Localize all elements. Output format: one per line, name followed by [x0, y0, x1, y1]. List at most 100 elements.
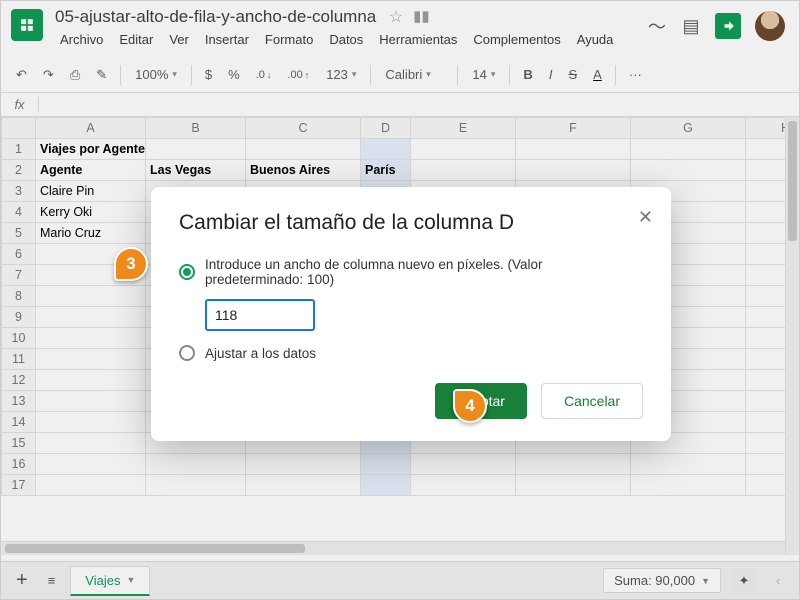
decrease-decimal-button[interactable]: .0↓: [251, 66, 277, 84]
select-all-corner[interactable]: [2, 118, 36, 139]
cell[interactable]: París: [361, 160, 411, 181]
cell[interactable]: [516, 475, 631, 496]
menu-data[interactable]: Datos: [322, 29, 370, 50]
menu-view[interactable]: Ver: [162, 29, 196, 50]
cell[interactable]: Buenos Aires: [246, 160, 361, 181]
cell[interactable]: [36, 391, 146, 412]
formula-bar[interactable]: fx: [1, 93, 799, 117]
cell[interactable]: [36, 370, 146, 391]
row-header[interactable]: 12: [2, 370, 36, 391]
cell[interactable]: [631, 160, 746, 181]
row-header[interactable]: 16: [2, 454, 36, 475]
menu-tools[interactable]: Herramientas: [372, 29, 464, 50]
cell[interactable]: Las Vegas: [146, 160, 246, 181]
cell[interactable]: Viajes por Agente y Ciudad: [36, 139, 146, 160]
cell[interactable]: [146, 139, 246, 160]
radio-fit-data[interactable]: [179, 345, 195, 361]
number-format-dropdown[interactable]: 123: [320, 64, 362, 85]
document-name[interactable]: 05-ajustar-alto-de-fila-y-ancho-de-colum…: [53, 5, 378, 28]
cell[interactable]: [146, 454, 246, 475]
cell[interactable]: [631, 475, 746, 496]
account-avatar[interactable]: [755, 11, 785, 41]
paint-format-icon[interactable]: ✎: [91, 64, 112, 86]
row-header[interactable]: 3: [2, 181, 36, 202]
cell[interactable]: Mario Cruz: [36, 223, 146, 244]
explore-button[interactable]: ✦: [731, 568, 757, 594]
horizontal-scrollbar[interactable]: [1, 541, 785, 555]
sheet-tab-viajes[interactable]: Viajes▼: [70, 566, 150, 596]
row-header[interactable]: 5: [2, 223, 36, 244]
cell[interactable]: Kerry Oki: [36, 202, 146, 223]
column-header[interactable]: B: [146, 118, 246, 139]
column-header[interactable]: C: [246, 118, 361, 139]
cell[interactable]: [36, 454, 146, 475]
print-icon[interactable]: ⎙: [65, 64, 85, 86]
cell[interactable]: [36, 286, 146, 307]
column-width-input[interactable]: [205, 299, 315, 331]
column-header[interactable]: G: [631, 118, 746, 139]
menu-help[interactable]: Ayuda: [570, 29, 621, 50]
cell[interactable]: [631, 454, 746, 475]
menu-format[interactable]: Formato: [258, 29, 320, 50]
row-header[interactable]: 15: [2, 433, 36, 454]
sheets-logo-icon[interactable]: [11, 9, 43, 41]
cell[interactable]: [246, 454, 361, 475]
row-header[interactable]: 11: [2, 349, 36, 370]
cell[interactable]: [516, 139, 631, 160]
menu-file[interactable]: Archivo: [53, 29, 110, 50]
column-header[interactable]: A: [36, 118, 146, 139]
bold-button[interactable]: B: [518, 64, 537, 85]
cell[interactable]: [411, 454, 516, 475]
row-header[interactable]: 2: [2, 160, 36, 181]
cell[interactable]: [361, 139, 411, 160]
sidebar-toggle-icon[interactable]: ‹: [767, 573, 789, 588]
font-dropdown[interactable]: Calibri: [379, 64, 449, 85]
cell[interactable]: [146, 475, 246, 496]
menu-insert[interactable]: Insertar: [198, 29, 256, 50]
row-header[interactable]: 8: [2, 286, 36, 307]
cell[interactable]: [36, 412, 146, 433]
more-tools-button[interactable]: ···: [624, 64, 647, 85]
cell[interactable]: [246, 475, 361, 496]
italic-button[interactable]: I: [544, 64, 558, 85]
activity-icon[interactable]: 〜: [647, 16, 667, 36]
cell[interactable]: [36, 328, 146, 349]
share-button[interactable]: [715, 13, 741, 39]
cell[interactable]: [411, 139, 516, 160]
strikethrough-button[interactable]: S: [563, 64, 582, 85]
cell[interactable]: [36, 433, 146, 454]
menu-edit[interactable]: Editar: [112, 29, 160, 50]
menu-addons[interactable]: Complementos: [466, 29, 567, 50]
currency-button[interactable]: $: [200, 64, 217, 85]
cell[interactable]: [516, 160, 631, 181]
close-icon[interactable]: ✕: [638, 207, 653, 228]
text-color-button[interactable]: A: [588, 64, 607, 85]
comments-icon[interactable]: ▤: [681, 16, 701, 36]
row-header[interactable]: 6: [2, 244, 36, 265]
add-sheet-button[interactable]: +: [11, 566, 33, 595]
font-size-dropdown[interactable]: 14: [466, 64, 501, 85]
row-header[interactable]: 17: [2, 475, 36, 496]
row-header[interactable]: 7: [2, 265, 36, 286]
cell[interactable]: [36, 349, 146, 370]
row-header[interactable]: 1: [2, 139, 36, 160]
column-header[interactable]: F: [516, 118, 631, 139]
folder-icon[interactable]: ▮▮: [413, 7, 430, 27]
vertical-scrollbar[interactable]: [785, 117, 799, 555]
star-icon[interactable]: ☆: [389, 7, 403, 27]
cell[interactable]: [411, 160, 516, 181]
cell[interactable]: [411, 475, 516, 496]
column-header[interactable]: D: [361, 118, 411, 139]
cell[interactable]: [361, 454, 411, 475]
cell[interactable]: [246, 139, 361, 160]
quicksum-dropdown[interactable]: Suma: 90,000▼: [603, 568, 721, 593]
undo-icon[interactable]: ↶: [11, 64, 32, 86]
radio-enter-width[interactable]: [179, 264, 195, 280]
zoom-dropdown[interactable]: 100%: [129, 64, 183, 85]
all-sheets-button[interactable]: ≡: [43, 570, 61, 591]
percent-button[interactable]: %: [223, 64, 245, 85]
cell[interactable]: Claire Pin: [36, 181, 146, 202]
cell[interactable]: [631, 139, 746, 160]
row-header[interactable]: 4: [2, 202, 36, 223]
cell[interactable]: [361, 475, 411, 496]
